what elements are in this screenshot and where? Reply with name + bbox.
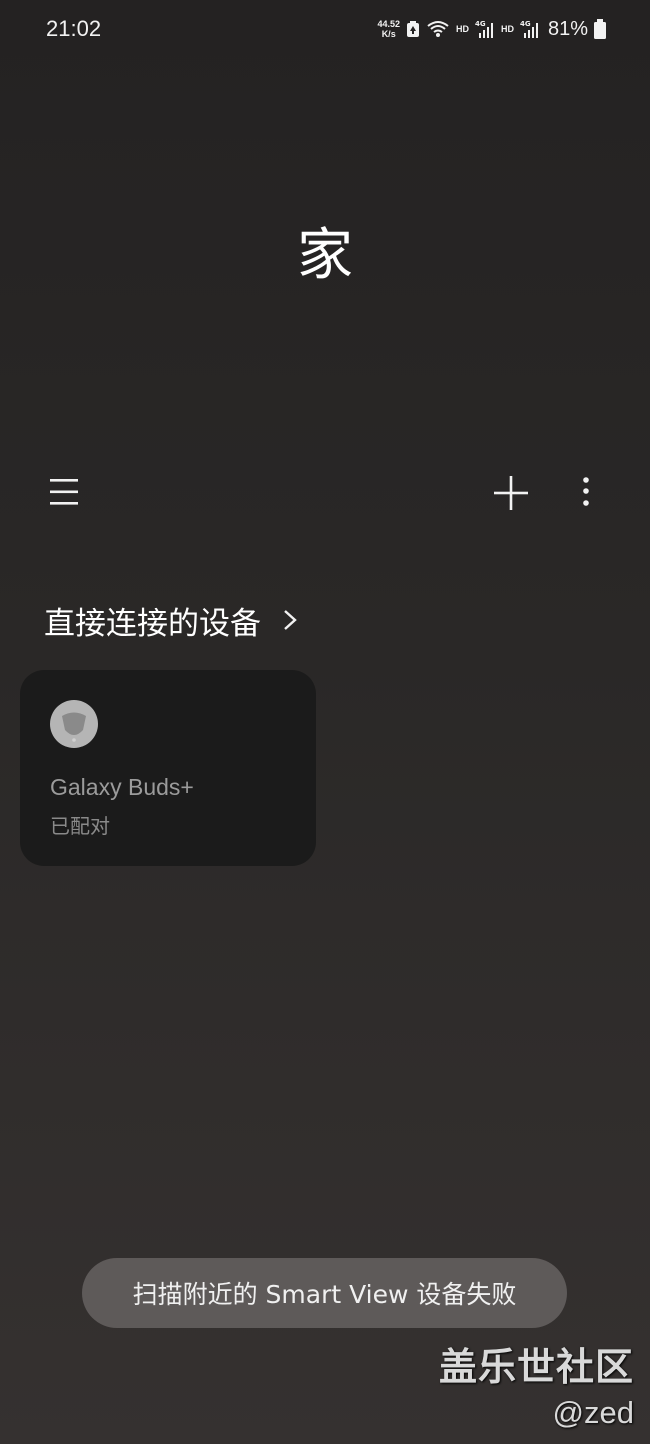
signal-icon-2: 4G [520,20,538,38]
direct-devices-header[interactable]: 直接连接的设备 [44,598,305,642]
battery-icon [594,19,606,39]
signal-icon-1: 4G [475,20,493,38]
hd-label-1: HD [455,24,469,34]
battery-percent: 81% [547,17,588,40]
wifi-icon [427,21,449,37]
device-name: Galaxy Buds+ [50,774,194,800]
status-icons: 44.52 K/s HD 4G HD 4G 81% [377,14,606,44]
status-bar: 21:02 44.52 K/s HD 4G HD 4G 81% [0,0,650,60]
plus-icon [494,476,528,510]
watermark-user: @zed [552,1395,634,1430]
toast-message: 扫描附近的 Smart View 设备失败 [82,1258,567,1328]
network-label-2: 4G [520,20,531,28]
device-card[interactable]: Galaxy Buds+ 已配对 [20,670,316,866]
more-vertical-icon [583,477,589,506]
earbuds-icon [50,700,98,748]
toolbar [0,462,650,522]
watermark: 盖乐世社区 @zed [439,1336,634,1431]
hd-label-2: HD [500,24,514,34]
battery-saver-icon [406,21,419,37]
add-button[interactable] [490,472,532,514]
section-title: 直接连接的设备 [44,605,261,642]
device-status: 已配对 [50,814,110,838]
more-options-button[interactable] [572,472,600,514]
network-label-1: 4G [475,20,486,28]
network-speed-unit: K/s [381,29,396,39]
watermark-community: 盖乐世社区 [438,1345,634,1389]
network-speed: 44.52 K/s [377,19,400,39]
chevron-right-icon [284,610,297,630]
network-speed-value: 44.52 [377,19,400,29]
menu-button[interactable] [44,474,84,510]
status-time: 21:02 [46,16,102,41]
page-title: 家 [297,223,353,288]
hamburger-icon [50,479,78,505]
